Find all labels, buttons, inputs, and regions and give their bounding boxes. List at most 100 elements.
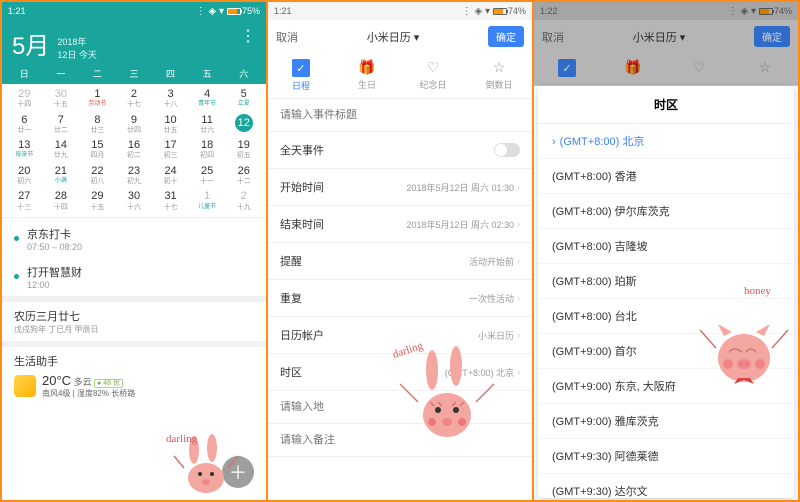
date-cell[interactable]: 28十四 bbox=[43, 188, 80, 213]
date-cell[interactable]: 24初十 bbox=[152, 163, 189, 188]
date-cell[interactable]: 29十四 bbox=[6, 86, 43, 111]
lunar-section[interactable]: 农历三月廿七 戊戌狗年 丁巳月 甲辰日 bbox=[2, 296, 266, 341]
date-cell[interactable]: 7廿二 bbox=[43, 112, 80, 137]
date-cell[interactable]: 16初二 bbox=[116, 137, 153, 162]
location-row[interactable] bbox=[268, 391, 532, 424]
timezone-option[interactable]: (GMT+8:00) 香港 bbox=[538, 159, 794, 194]
form-row[interactable]: 重复一次性活动 › bbox=[268, 280, 532, 317]
toggle[interactable] bbox=[494, 143, 520, 157]
row-value: 活动开始前 › bbox=[469, 255, 520, 268]
event-item[interactable]: 京东打卡 07:50 – 08:20 bbox=[2, 220, 266, 258]
date-cell[interactable]: 22初八 bbox=[79, 163, 116, 188]
confirm-button[interactable]: 确定 bbox=[488, 26, 524, 47]
row-label: 日历帐户 bbox=[280, 327, 324, 343]
date-cell[interactable]: 17初三 bbox=[152, 137, 189, 162]
event-item[interactable]: 打开智慧财 12:00 bbox=[2, 258, 266, 296]
temp: 20°C bbox=[42, 373, 71, 388]
form-row[interactable]: 开始时间2018年5月12日 周六 01:30 › bbox=[268, 169, 532, 206]
tab-生日[interactable]: 🎁生日 bbox=[334, 53, 400, 98]
assistant-title: 生活助手 bbox=[14, 353, 254, 369]
timezone-option[interactable]: (GMT+8:00) 北京 bbox=[538, 124, 794, 159]
date-cell[interactable]: 11廿六 bbox=[189, 112, 226, 137]
date-cell[interactable]: 23初九 bbox=[116, 163, 153, 188]
row-value: 2018年5月12日 周六 02:30 › bbox=[406, 218, 520, 231]
date-cell[interactable]: 15四月 bbox=[79, 137, 116, 162]
status-time: 1:22 bbox=[540, 6, 558, 16]
timezone-option[interactable]: (GMT+8:00) 吉隆坡 bbox=[538, 229, 794, 264]
event-type-tabs: ✓ 🎁 ♡ ☆ bbox=[534, 53, 798, 86]
row-value: (GMT+8:00) 北京 › bbox=[445, 366, 520, 379]
form-row[interactable]: 时区(GMT+8:00) 北京 › bbox=[268, 354, 532, 391]
date-cell[interactable]: 14廿九 bbox=[43, 137, 80, 162]
date-cell[interactable]: 3十八 bbox=[152, 86, 189, 111]
weekday: 一 bbox=[43, 67, 80, 80]
weather-card[interactable]: 20°C 多云 ● 48 优 南风4级 | 湿度82% 长桥路 bbox=[14, 373, 254, 399]
tab-倒数日[interactable]: ☆倒数日 bbox=[466, 53, 532, 98]
date-cell[interactable]: 18初四 bbox=[189, 137, 226, 162]
screen-calendar: 1:21 ⋮ ◈ ▾ 75% 5月 2018年 12日 今天 ⋮ 日一二三四五六… bbox=[2, 2, 266, 500]
tab-日程[interactable]: ✓日程 bbox=[268, 53, 334, 98]
dialog-header: 取消 小米日历 ▾ 确定 bbox=[534, 20, 798, 53]
date-cell[interactable]: 19初五 bbox=[225, 137, 262, 162]
date-cell[interactable]: 20初六 bbox=[6, 163, 43, 188]
event-title-input[interactable] bbox=[280, 109, 520, 121]
location-input[interactable] bbox=[280, 401, 520, 413]
notes-input[interactable] bbox=[280, 434, 520, 446]
cancel-button[interactable]: 取消 bbox=[276, 29, 298, 45]
timezone-option[interactable]: (GMT+9:30) 阿德莱德 bbox=[538, 439, 794, 474]
tab-纪念日[interactable]: ♡纪念日 bbox=[400, 53, 466, 98]
timezone-option[interactable]: (GMT+8:00) 伊尔库茨克 bbox=[538, 194, 794, 229]
date-cell[interactable]: 2十七 bbox=[116, 86, 153, 111]
weather-icon bbox=[14, 375, 36, 397]
lunar-sub: 戊戌狗年 丁巳月 甲辰日 bbox=[14, 324, 254, 335]
sheet-title: 时区 bbox=[538, 86, 794, 124]
cancel-button[interactable]: 取消 bbox=[542, 29, 564, 45]
date-cell[interactable]: 12 bbox=[225, 112, 262, 137]
date-cell[interactable]: 26十二 bbox=[225, 163, 262, 188]
event-title: 打开智慧财 bbox=[27, 264, 82, 280]
date-cell[interactable]: 29十五 bbox=[79, 188, 116, 213]
status-bar: 1:21 ⋮ ◈ ▾ 74% bbox=[268, 2, 532, 20]
title-input-row[interactable] bbox=[268, 99, 532, 132]
dialog-title[interactable]: 小米日历 ▾ bbox=[367, 29, 420, 45]
form-row[interactable]: 日历帐户小米日历 › bbox=[268, 317, 532, 354]
date-cell[interactable]: 1儿童节 bbox=[189, 188, 226, 213]
date-cell[interactable]: 9廿四 bbox=[116, 112, 153, 137]
date-cell[interactable]: 21小满 bbox=[43, 163, 80, 188]
timezone-option[interactable]: (GMT+9:00) 首尔 bbox=[538, 334, 794, 369]
form-row[interactable]: 提醒活动开始前 › bbox=[268, 243, 532, 280]
svg-text:darling: darling bbox=[166, 433, 198, 445]
form-row[interactable]: 结束时间2018年5月12日 周六 02:30 › bbox=[268, 206, 532, 243]
event-time: 07:50 – 08:20 bbox=[27, 242, 82, 252]
timezone-option[interactable]: (GMT+9:30) 达尔文 bbox=[538, 474, 794, 498]
screen-timezone: 1:22 ⋮ ◈ ▾ 74% 取消 小米日历 ▾ 确定 ✓ 🎁 ♡ ☆ 时区 (… bbox=[534, 2, 798, 500]
date-cell[interactable]: 10廿五 bbox=[152, 112, 189, 137]
timezone-option[interactable]: (GMT+8:00) 珀斯 bbox=[538, 264, 794, 299]
form-row[interactable]: 全天事件 bbox=[268, 132, 532, 169]
date-cell[interactable]: 30十五 bbox=[43, 86, 80, 111]
timezone-option[interactable]: (GMT+9:00) 雅库茨克 bbox=[538, 404, 794, 439]
timezone-option[interactable]: (GMT+8:00) 台北 bbox=[538, 299, 794, 334]
date-cell[interactable]: 5立夏 bbox=[225, 86, 262, 111]
timezone-sheet: 时区 (GMT+8:00) 北京(GMT+8:00) 香港(GMT+8:00) … bbox=[538, 86, 794, 498]
status-bar: 1:22 ⋮ ◈ ▾ 74% bbox=[534, 2, 798, 20]
date-sub: 2018年 12日 今天 bbox=[57, 35, 97, 61]
date-cell[interactable]: 13母亲节 bbox=[6, 137, 43, 162]
add-event-fab[interactable]: ＋ bbox=[222, 456, 254, 488]
date-cell[interactable]: 4青年节 bbox=[189, 86, 226, 111]
month-label[interactable]: 5月 bbox=[12, 26, 49, 61]
notes-row[interactable] bbox=[268, 424, 532, 457]
date-cell[interactable]: 25十一 bbox=[189, 163, 226, 188]
date-cell[interactable]: 27十三 bbox=[6, 188, 43, 213]
date-cell[interactable]: 2十九 bbox=[225, 188, 262, 213]
date-cell[interactable]: 31十七 bbox=[152, 188, 189, 213]
month-grid[interactable]: 29十四30十五1劳动节2十七3十八4青年节5立夏 6廿一7廿二8廿三9廿四10廿… bbox=[2, 84, 266, 215]
date-cell[interactable]: 8廿三 bbox=[79, 112, 116, 137]
weekday: 三 bbox=[116, 67, 153, 80]
confirm-button[interactable]: 确定 bbox=[754, 26, 790, 47]
date-cell[interactable]: 1劳动节 bbox=[79, 86, 116, 111]
timezone-option[interactable]: (GMT+9:00) 东京, 大阪府 bbox=[538, 369, 794, 404]
date-cell[interactable]: 30十六 bbox=[116, 188, 153, 213]
menu-icon[interactable]: ⋮ bbox=[240, 26, 256, 46]
date-cell[interactable]: 6廿一 bbox=[6, 112, 43, 137]
